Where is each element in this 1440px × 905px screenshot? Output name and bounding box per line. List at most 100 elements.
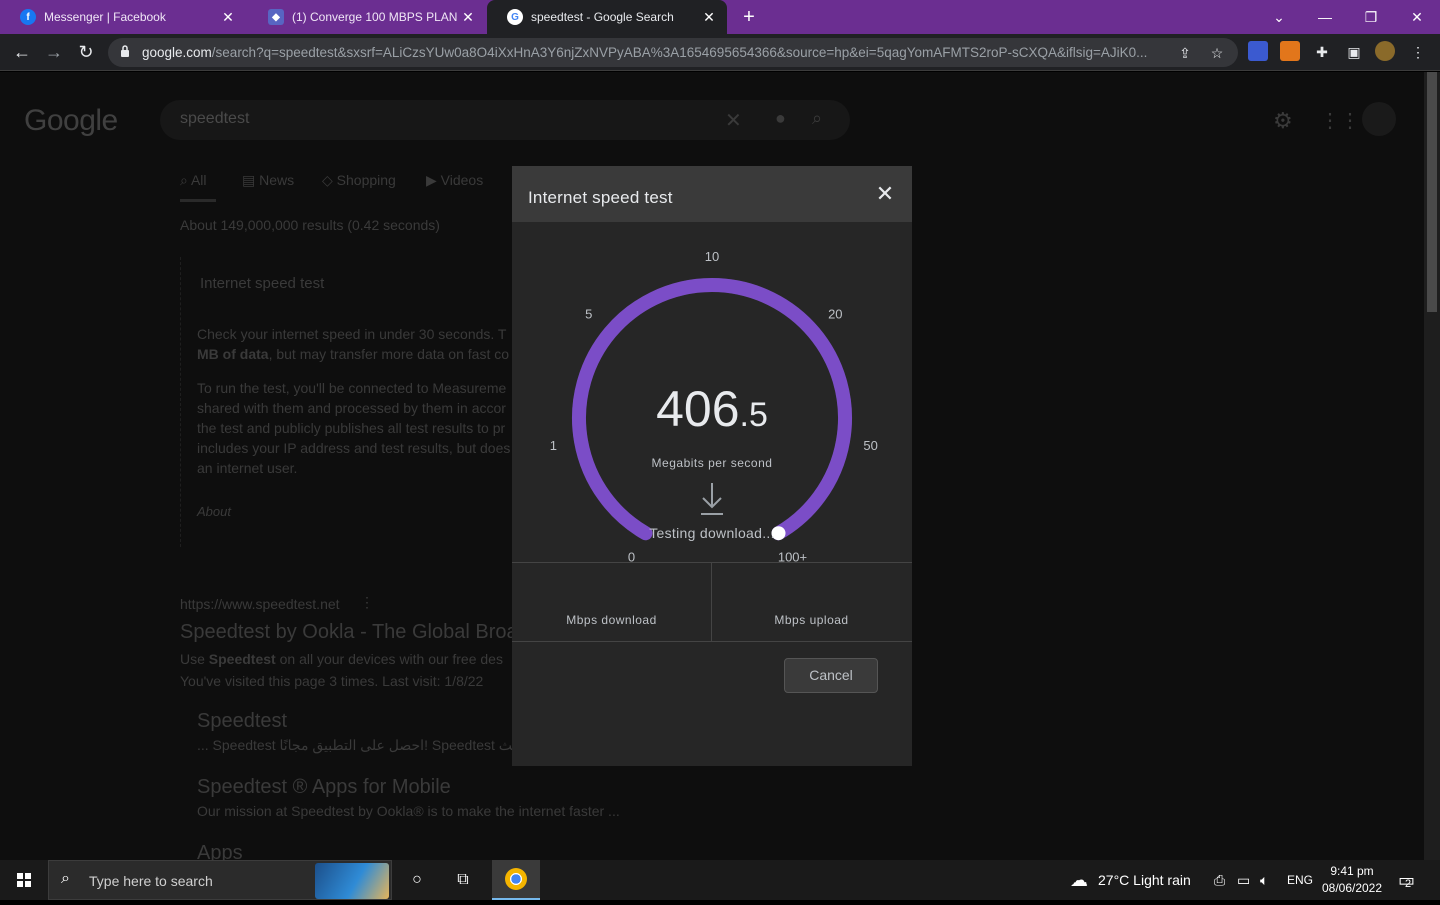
tab-messenger[interactable]: f Messenger | Facebook ✕ bbox=[0, 0, 246, 34]
sitelink-title[interactable]: Speedtest ® Apps for Mobile bbox=[197, 776, 451, 799]
tab-videos[interactable]: ▶ Videos bbox=[426, 172, 483, 189]
settings-gear-icon[interactable]: ⚙ bbox=[1273, 108, 1293, 134]
weather-widget[interactable]: ☁ 27°C Light rain bbox=[1070, 860, 1191, 900]
cancel-button[interactable]: Cancel bbox=[784, 658, 878, 693]
browser-toolbar: ← → ↻ google.com/search?q=speedtest&sxsr… bbox=[0, 34, 1440, 71]
task-view-icon[interactable]: ⧉ bbox=[440, 860, 486, 900]
reload-button[interactable]: ↻ bbox=[74, 40, 98, 64]
windows-logo-icon bbox=[17, 873, 31, 887]
url-path: /search?q=speedtest&sxsrf=ALiCzsYUw0a8O4… bbox=[211, 45, 1148, 60]
about-link[interactable]: About bbox=[197, 504, 231, 519]
clock-time: 9:41 pm bbox=[1330, 864, 1374, 878]
clear-icon[interactable]: ✕ bbox=[725, 108, 742, 133]
tab-converge[interactable]: ◆ (1) Converge 100 MBPS PLAN 15 ✕ bbox=[248, 0, 486, 34]
sitelink-snippet: ... Speedtest احصل على التطبيق مجانًا! S… bbox=[197, 737, 525, 753]
meet-now-icon[interactable]: ⎙ bbox=[1214, 860, 1225, 900]
sitelink-snippet: Our mission at Speedtest by Ookla® is to… bbox=[197, 803, 620, 819]
close-icon[interactable]: ✕ bbox=[701, 9, 717, 26]
result-url[interactable]: https://www.speedtest.net bbox=[180, 596, 340, 612]
gauge-scale-label: 50 bbox=[863, 438, 877, 453]
tab-speedtest-search[interactable]: G speedtest - Google Search ✕ bbox=[487, 0, 727, 34]
search-highlight-image bbox=[315, 863, 389, 899]
download-arrow-icon bbox=[701, 483, 723, 515]
card-text: MB of data, but may transfer more data o… bbox=[197, 346, 509, 362]
gauge-scale-label: 20 bbox=[828, 307, 842, 322]
share-icon[interactable]: ⇪ bbox=[1176, 44, 1194, 62]
close-icon[interactable]: ✕ bbox=[460, 9, 476, 26]
gauge-scale-label: 100+ bbox=[778, 549, 807, 562]
url-text: google.com/search?q=speedtest&sxsrf=ALiC… bbox=[142, 45, 1167, 60]
speed-test-dialog: Internet speed test ✕ 0 1 5 10 20 50 100+ 406.… bbox=[512, 166, 912, 766]
result-title[interactable]: Speedtest by Ookla - The Global Broa bbox=[180, 621, 518, 644]
divider bbox=[512, 641, 912, 642]
snippet-pre: Use bbox=[180, 651, 209, 667]
chrome-icon bbox=[505, 868, 527, 890]
card-text-bold: MB of data bbox=[197, 346, 269, 362]
page-scrollbar[interactable] bbox=[1424, 72, 1440, 860]
scrollbar-thumb[interactable] bbox=[1427, 72, 1437, 312]
active-tab-underline bbox=[180, 199, 216, 202]
test-status: Testing download... bbox=[649, 525, 775, 541]
speed-unit: Megabits per second bbox=[651, 456, 773, 470]
divider bbox=[711, 563, 712, 641]
cortana-icon[interactable]: ○ bbox=[394, 860, 440, 900]
shield-icon: ◆ bbox=[268, 9, 284, 25]
sitelink-title[interactable]: Apps bbox=[197, 842, 243, 860]
close-icon[interactable]: ✕ bbox=[873, 182, 897, 206]
tab-shopping[interactable]: ◇ Shopping bbox=[322, 172, 396, 189]
tab-strip: f Messenger | Facebook ✕ ◆ (1) Converge … bbox=[0, 0, 1440, 34]
search-icon[interactable]: ⌕ bbox=[812, 108, 822, 129]
metamask-icon[interactable] bbox=[1280, 41, 1300, 61]
bookmark-star-icon[interactable]: ☆ bbox=[1208, 44, 1226, 62]
tab-all[interactable]: ⌕ All bbox=[180, 172, 207, 189]
search-icon: ⌕ bbox=[61, 870, 70, 887]
tab-news[interactable]: ▤ News bbox=[242, 172, 294, 189]
back-button[interactable]: ← bbox=[10, 40, 34, 64]
gauge-scale-label: 5 bbox=[585, 307, 592, 322]
search-placeholder: Type here to search bbox=[89, 873, 213, 889]
forward-button[interactable]: → bbox=[42, 40, 66, 64]
start-button[interactable] bbox=[0, 860, 48, 900]
result-stats: About 149,000,000 results (0.42 seconds) bbox=[180, 217, 440, 233]
notifications-button[interactable]: ▭ 2 bbox=[1398, 860, 1415, 900]
more-options-icon[interactable]: ⋮ bbox=[360, 594, 374, 611]
restore-button[interactable]: ❐ bbox=[1348, 0, 1394, 34]
gauge-scale-label: 0 bbox=[628, 549, 635, 562]
taskbar-search-input[interactable]: ⌕ Type here to search bbox=[48, 860, 392, 900]
address-bar[interactable]: google.com/search?q=speedtest&sxsrf=ALiC… bbox=[108, 38, 1238, 67]
gauge-scale-label: 10 bbox=[705, 249, 719, 264]
tab-shopping-label: Shopping bbox=[336, 172, 396, 188]
extension-shield-icon[interactable] bbox=[1248, 41, 1268, 61]
menu-kebab-icon[interactable]: ⋮ bbox=[1409, 43, 1427, 61]
new-tab-button[interactable]: + bbox=[738, 6, 760, 28]
close-icon[interactable]: ✕ bbox=[220, 9, 236, 26]
apps-grid-icon[interactable]: ⋮⋮ bbox=[1320, 108, 1360, 133]
tab-news-label: News bbox=[259, 172, 295, 188]
minimize-button[interactable]: — bbox=[1302, 0, 1348, 34]
gauge-scale-label: 1 bbox=[550, 438, 557, 453]
facebook-icon: f bbox=[20, 9, 36, 25]
chrome-taskbar-icon[interactable] bbox=[492, 860, 540, 900]
speed-readout: 406.5 bbox=[512, 380, 912, 438]
snippet-post: on all your devices with our free des bbox=[275, 651, 503, 667]
upload-stat-label: Mbps upload bbox=[774, 613, 849, 627]
sitelink-title[interactable]: Speedtest bbox=[197, 710, 287, 733]
profile-avatar[interactable] bbox=[1375, 41, 1395, 61]
mic-icon[interactable]: ● bbox=[775, 108, 786, 129]
google-logo[interactable]: Google bbox=[24, 104, 118, 138]
tab-title: (1) Converge 100 MBPS PLAN 15 bbox=[292, 10, 460, 24]
volume-icon[interactable]: 🔈︎ bbox=[1260, 860, 1268, 900]
dialog-header: Internet speed test ✕ bbox=[512, 166, 912, 222]
search-input[interactable]: speedtest ✕ ● ⌕ bbox=[160, 100, 850, 140]
card-text: shared with them and processed by them i… bbox=[197, 400, 506, 416]
search-query: speedtest bbox=[180, 110, 250, 127]
close-window-button[interactable]: ✕ bbox=[1394, 0, 1440, 34]
tab-search-icon[interactable]: ⌄ bbox=[1256, 0, 1302, 34]
language-indicator[interactable]: ENG bbox=[1287, 860, 1313, 900]
extensions-puzzle-icon[interactable]: ✚ bbox=[1313, 43, 1331, 61]
side-panel-icon[interactable]: ▣ bbox=[1345, 43, 1363, 61]
network-icon[interactable]: ▭ bbox=[1237, 860, 1250, 900]
card-text: the test and publicly publishes all test… bbox=[197, 420, 506, 436]
account-avatar[interactable] bbox=[1362, 102, 1396, 136]
clock[interactable]: 9:41 pm 08/06/2022 bbox=[1318, 863, 1386, 897]
